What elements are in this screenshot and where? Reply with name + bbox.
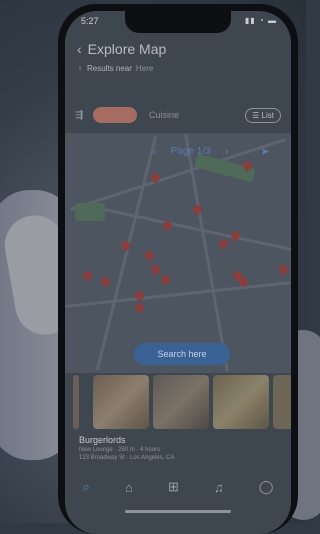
location-pin-icon: ♀ xyxy=(77,64,83,73)
map-pin-icon[interactable] xyxy=(217,237,230,250)
photo-thumb[interactable] xyxy=(213,375,269,429)
map-pin-icon[interactable] xyxy=(191,203,204,216)
phone-screen: 5:27 ▮▮ ◔ ▬ ‹ Explore Map ♀ Results near… xyxy=(65,11,291,534)
place-address: 123 Broadway St · Los Angeles, CA xyxy=(79,455,175,461)
prev-page-icon[interactable]: ‹ xyxy=(153,146,157,158)
map-road xyxy=(87,204,291,255)
map-pin-icon[interactable] xyxy=(99,275,112,288)
locate-icon[interactable]: ➤ xyxy=(260,145,269,158)
place-card[interactable]: Burgerlords New Lounge · 250 m · 4 hours… xyxy=(79,435,281,461)
home-icon[interactable]: ⌂ xyxy=(125,480,133,495)
filter-chip-active[interactable] xyxy=(93,107,137,123)
map-park xyxy=(75,203,105,221)
back-icon[interactable]: ‹ xyxy=(77,41,82,57)
filter-row: ⇶ Cuisine ☰ List xyxy=(75,107,281,123)
photo-thumb[interactable] xyxy=(93,375,149,429)
page-indicator: Page 1/3 xyxy=(170,146,211,157)
map-pin-icon[interactable] xyxy=(81,269,94,282)
map-road xyxy=(65,281,291,308)
photo-thumb[interactable] xyxy=(73,375,79,429)
next-page-icon[interactable]: › xyxy=(225,146,229,158)
home-indicator xyxy=(125,510,231,513)
header: ‹ Explore Map ♀ Results near Here xyxy=(77,41,281,73)
list-view-button[interactable]: ☰ List xyxy=(245,107,281,123)
status-icons: ▮▮ ◔ ▬ xyxy=(244,16,277,25)
place-name: Burgerlords xyxy=(79,435,126,445)
map-pin-icon[interactable] xyxy=(159,273,172,286)
filter-chip-cuisine[interactable]: Cuisine xyxy=(143,107,185,123)
map-pagination: ‹ Page 1/3 › ➤ xyxy=(153,145,270,159)
location-row[interactable]: ♀ Results near Here xyxy=(77,64,281,73)
phone-notch xyxy=(125,11,231,33)
location-value: Here xyxy=(135,64,154,73)
profile-icon[interactable]: ◯ xyxy=(259,479,274,495)
search-here-button[interactable]: Search here xyxy=(134,343,230,365)
tab-bar: ⌕ ⌂ ⊞ ♫ ◯ xyxy=(65,471,291,503)
map-pin-icon[interactable] xyxy=(277,263,290,276)
map-pin-icon[interactable] xyxy=(133,301,146,314)
search-icon[interactable]: ⌕ xyxy=(83,479,90,495)
photo-carousel[interactable] xyxy=(73,375,291,431)
page-title: Explore Map xyxy=(87,41,167,57)
map-pin-icon[interactable] xyxy=(143,249,156,262)
bell-icon[interactable]: ♫ xyxy=(214,480,224,495)
add-icon[interactable]: ⊞ xyxy=(168,479,179,495)
place-meta: New Lounge · 250 m · 4 hours xyxy=(79,447,161,453)
photo-thumb[interactable] xyxy=(153,375,209,429)
location-label: Results near xyxy=(87,64,132,73)
photo-thumb[interactable] xyxy=(273,375,291,429)
phone: 5:27 ▮▮ ◔ ▬ ‹ Explore Map ♀ Results near… xyxy=(58,4,298,534)
status-time: 5:27 xyxy=(81,16,99,26)
map-pin-icon[interactable] xyxy=(149,263,162,276)
filter-icon[interactable]: ⇶ xyxy=(75,110,87,121)
map[interactable] xyxy=(65,133,291,373)
